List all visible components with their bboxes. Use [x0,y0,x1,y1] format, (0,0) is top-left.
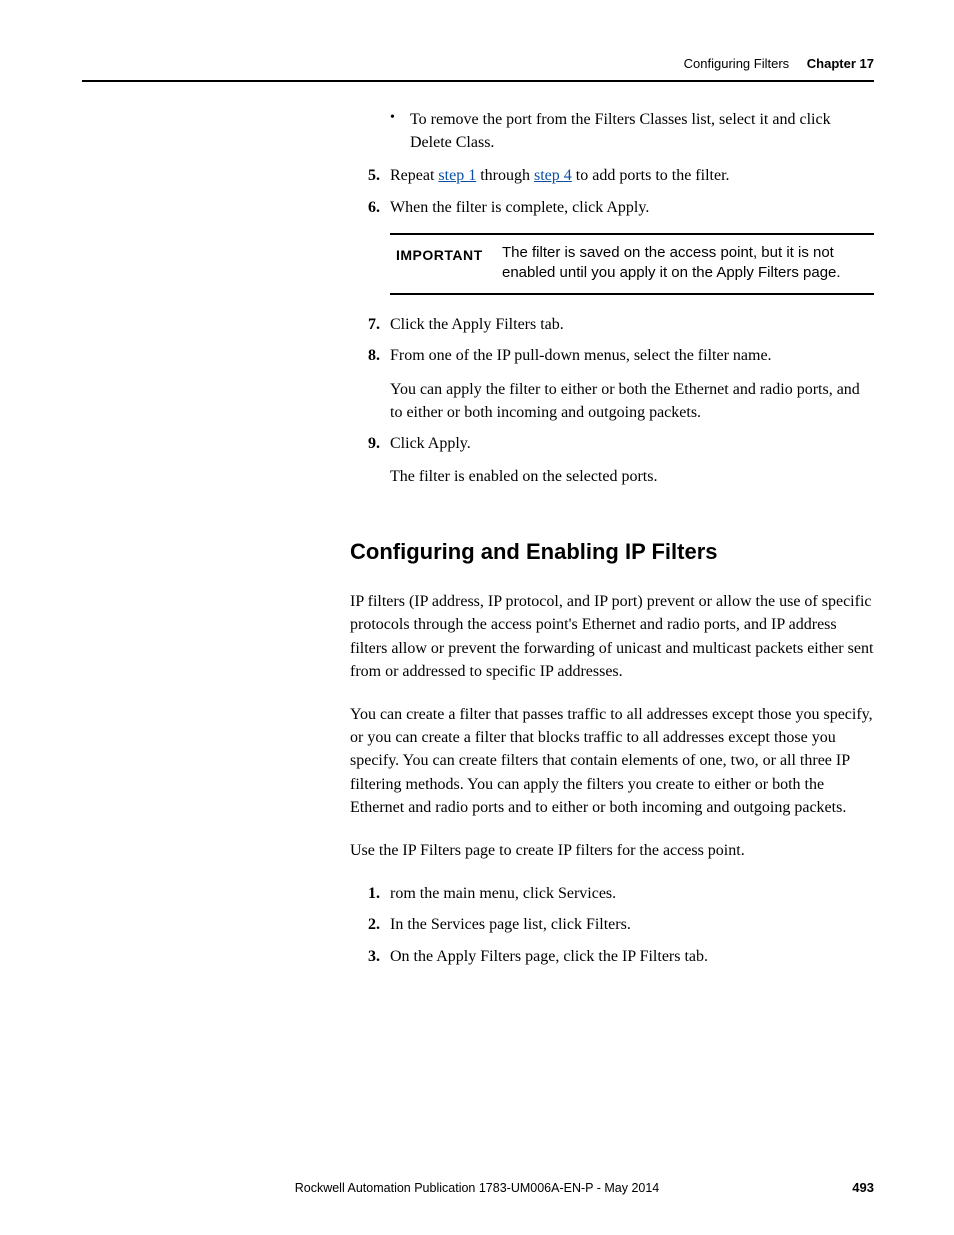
link-step1[interactable]: step 1 [438,167,476,184]
page: Configuring Filters Chapter 17 • To remo… [0,0,954,1235]
step-body: From one of the IP pull-down menus, sele… [390,344,874,367]
header-rule [82,80,874,82]
step-c2: 2. In the Services page list, click Filt… [350,913,874,936]
bullet-text: To remove the port from the Filters Clas… [410,108,874,154]
step-c1: 1. rom the main menu, click Services. [350,882,874,905]
step-number: 3. [350,945,390,968]
footer-publication: Rockwell Automation Publication 1783-UM0… [0,1181,954,1195]
paragraph-3: Use the IP Filters page to create IP fil… [350,839,874,862]
step-body: Repeat step 1 through step 4 to add port… [390,164,874,187]
paragraph-2: You can create a filter that passes traf… [350,703,874,819]
important-callout: IMPORTANT The filter is saved on the acc… [390,233,874,296]
header-section: Configuring Filters [684,56,790,71]
step-number: 2. [350,913,390,936]
header-chapter: Chapter 17 [807,56,874,71]
step-body: On the Apply Filters page, click the IP … [390,945,874,968]
ordered-list-a: 5. Repeat step 1 through step 4 to add p… [350,164,874,218]
step-9-continuation: The filter is enabled on the selected po… [390,465,874,488]
main-content: • To remove the port from the Filters Cl… [350,108,874,976]
bullet-item: • To remove the port from the Filters Cl… [350,108,874,154]
step-number: 7. [350,313,390,336]
step-body: rom the main menu, click Services. [390,882,874,905]
step5-mid: through [476,167,534,184]
page-number: 493 [852,1180,874,1195]
step5-pre: Repeat [390,167,438,184]
running-header: Configuring Filters Chapter 17 [684,56,874,71]
step-9: 9. Click Apply. [350,432,874,455]
callout-label: IMPORTANT [396,243,502,284]
step-number: 8. [350,344,390,367]
step-8-continuation: You can apply the filter to either or bo… [390,378,874,424]
ordered-list-c: 1. rom the main menu, click Services. 2.… [350,882,874,968]
step-number: 6. [350,196,390,219]
bullet-dot: • [390,108,410,154]
step-5: 5. Repeat step 1 through step 4 to add p… [350,164,874,187]
step-7: 7. Click the Apply Filters tab. [350,313,874,336]
step-8: 8. From one of the IP pull-down menus, s… [350,344,874,367]
step-number: 9. [350,432,390,455]
callout-message: The filter is saved on the access point,… [502,243,868,284]
step-body: Click the Apply Filters tab. [390,313,874,336]
link-step4[interactable]: step 4 [534,167,572,184]
step-6: 6. When the filter is complete, click Ap… [350,196,874,219]
step5-post: to add ports to the filter. [572,167,730,184]
paragraph-1: IP filters (IP address, IP protocol, and… [350,590,874,683]
step-c3: 3. On the Apply Filters page, click the … [350,945,874,968]
ordered-list-b: 7. Click the Apply Filters tab. 8. From … [350,313,874,488]
step-number: 5. [350,164,390,187]
step-body: When the filter is complete, click Apply… [390,196,874,219]
section-heading: Configuring and Enabling IP Filters [350,536,874,568]
step-body: In the Services page list, click Filters… [390,913,874,936]
step-number: 1. [350,882,390,905]
step-body: Click Apply. [390,432,874,455]
